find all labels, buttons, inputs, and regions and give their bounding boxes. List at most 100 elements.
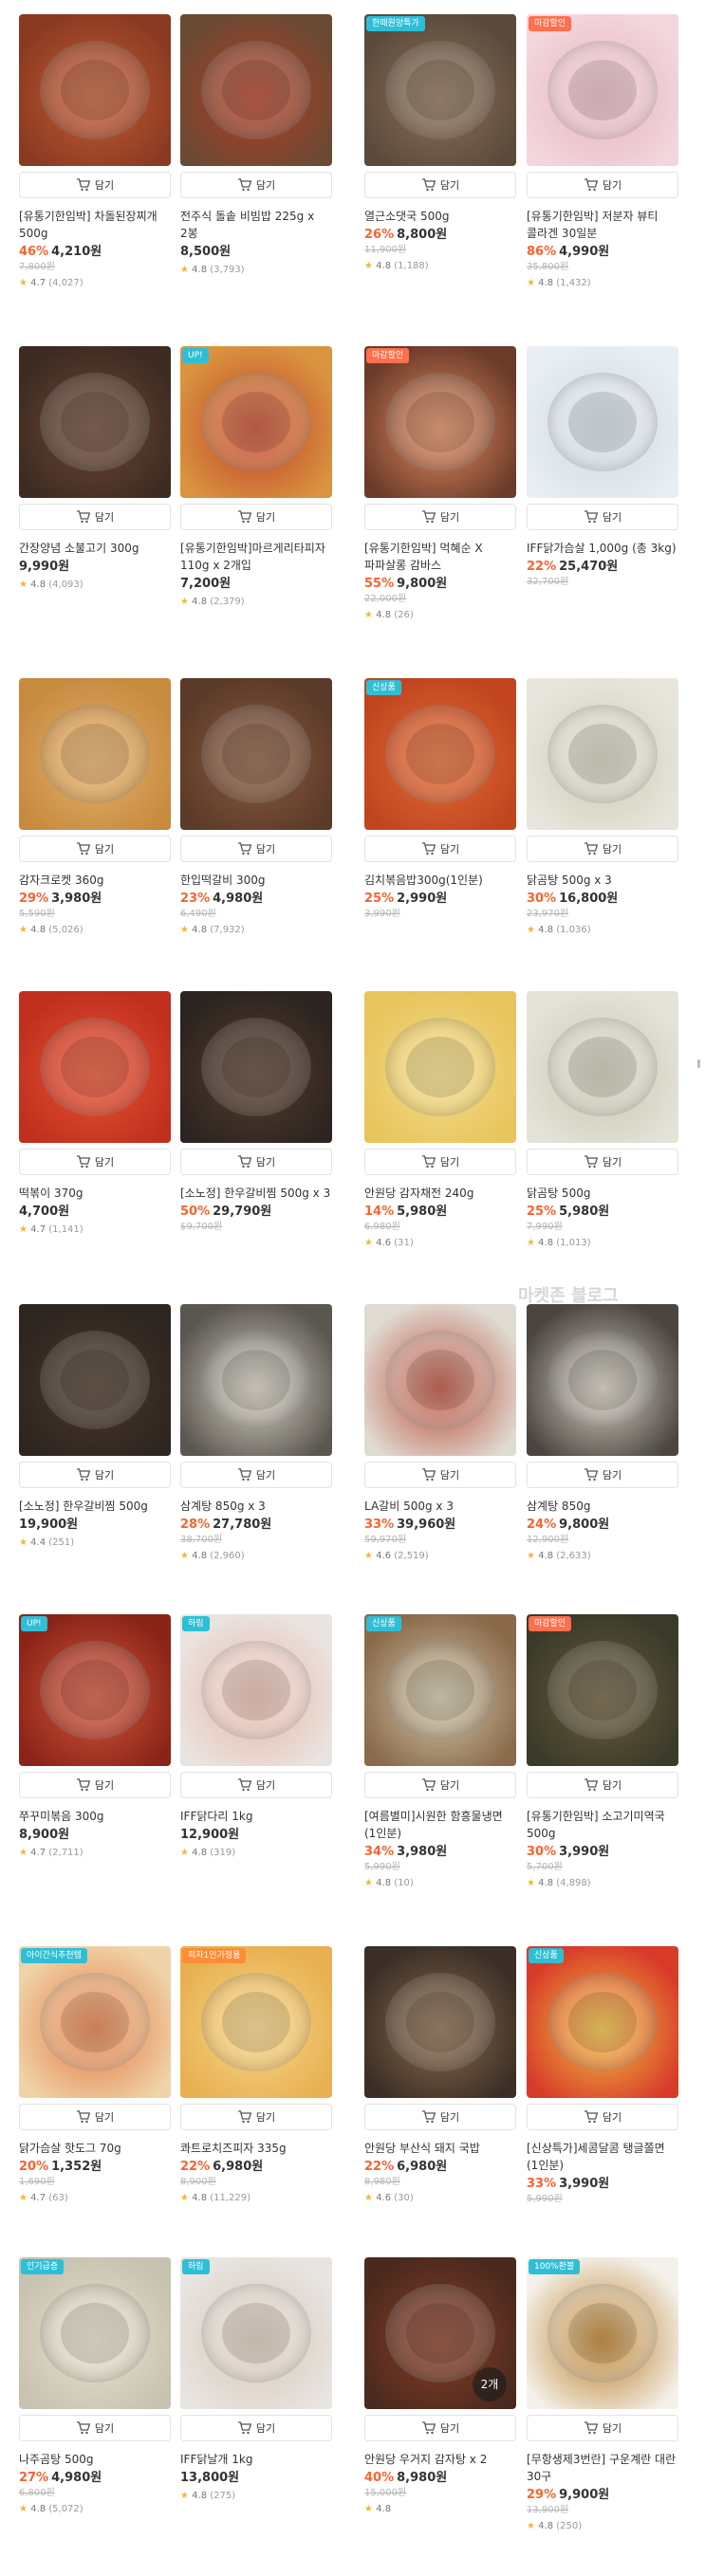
add-to-cart-button[interactable]: 담기: [180, 504, 332, 530]
product-image[interactable]: [19, 1304, 171, 1456]
product-name[interactable]: [신상특가]세콤달콤 탱글쫄면(1인분): [527, 2140, 678, 2174]
product-card[interactable]: 담기 한입떡갈비 300g 23% 4,980원 6,490원 ★ 4.8 (7,932): [180, 678, 332, 937]
product-name[interactable]: [유통기한임박] 저분자 뷰티 콜라겐 30일분: [527, 208, 678, 242]
product-image[interactable]: [527, 346, 678, 498]
product-card[interactable]: 담기 닭곰탕 500g x 3 30% 16,800원 23,970원 ★ 4.8 (1,…: [527, 678, 678, 937]
product-image[interactable]: [180, 991, 332, 1143]
product-name[interactable]: 나주곰탕 500g: [19, 2451, 171, 2468]
product-name[interactable]: [무항생제3번란] 구운계란 대란 30구: [527, 2451, 678, 2485]
product-card[interactable]: 신상품 담기 김치볶음밥300g(1인분) 25% 2,990원 3,990원: [364, 678, 516, 921]
product-card[interactable]: UP! 담기 [유통기한임박]마르게리타피자 110g x 2개입 7,200원 ★ 4…: [180, 346, 332, 609]
product-name[interactable]: [소노정] 한우갈비찜 500g x 3: [180, 1185, 332, 1202]
product-name[interactable]: 닭가슴살 핫도그 70g: [19, 2140, 171, 2157]
product-card[interactable]: 하림 담기 IFF닭날개 1kg 13,800원 ★ 4.8 (275): [180, 2257, 332, 2503]
product-image[interactable]: [180, 678, 332, 830]
product-name[interactable]: 간장양념 소불고기 300g: [19, 540, 171, 557]
add-to-cart-button[interactable]: 담기: [19, 836, 171, 862]
product-image[interactable]: 하림: [180, 1614, 332, 1766]
product-card[interactable]: 담기 [소노정] 한우갈비찜 500g 19,900원 ★ 4.4 (251): [19, 1304, 171, 1550]
product-image[interactable]: [180, 14, 332, 166]
product-image[interactable]: [364, 1304, 516, 1456]
product-image[interactable]: [527, 1304, 678, 1456]
product-name[interactable]: IFF닭날개 1kg: [180, 2451, 332, 2468]
add-to-cart-button[interactable]: 담기: [180, 1149, 332, 1175]
product-image[interactable]: [364, 1946, 516, 2098]
add-to-cart-button[interactable]: 담기: [364, 504, 516, 530]
product-image[interactable]: [19, 678, 171, 830]
product-card[interactable]: 담기 [소노정] 한우갈비찜 500g x 3 50% 29,790원 $9,700원: [180, 991, 332, 1234]
add-to-cart-button[interactable]: 담기: [180, 2415, 332, 2441]
add-to-cart-button[interactable]: 담기: [527, 2104, 678, 2130]
product-image[interactable]: [180, 1304, 332, 1456]
product-name[interactable]: 안원당 우거지 감자탕 x 2: [364, 2451, 516, 2468]
product-image[interactable]: UP!: [19, 1614, 171, 1766]
product-card[interactable]: 담기 떡볶이 370g 4,700원 ★ 4.7 (1,141): [19, 991, 171, 1237]
product-image[interactable]: 신상품: [364, 1614, 516, 1766]
product-image[interactable]: [19, 991, 171, 1143]
product-name[interactable]: IFF닭가슴살 1,000g (총 3kg): [527, 540, 678, 557]
product-image[interactable]: 2개: [364, 2257, 516, 2409]
product-name[interactable]: IFF닭다리 1kg: [180, 1808, 332, 1825]
add-to-cart-button[interactable]: 담기: [180, 836, 332, 862]
product-card[interactable]: 피자1인가정용 담기 콰트로치즈피자 335g 22% 6,980원 8,900원 ★ 4.…: [180, 1946, 332, 2205]
product-name[interactable]: [유통기한임박] 차돌된장찌개 500g: [19, 208, 171, 242]
product-image[interactable]: [527, 678, 678, 830]
product-name[interactable]: 콰트로치즈피자 335g: [180, 2140, 332, 2157]
product-card[interactable]: 담기 간장양념 소불고기 300g 9,990원 ★ 4.8 (4,093): [19, 346, 171, 592]
product-image[interactable]: [19, 346, 171, 498]
add-to-cart-button[interactable]: 담기: [527, 172, 678, 198]
product-card[interactable]: 마감할인 담기 [유통기한임박] 먹혜순 X 파파살롱 감바스 55% 9,800원 22…: [364, 346, 516, 622]
add-to-cart-button[interactable]: 담기: [364, 836, 516, 862]
product-image[interactable]: [19, 14, 171, 166]
product-name[interactable]: 감자크로켓 360g: [19, 872, 171, 889]
add-to-cart-button[interactable]: 담기: [527, 2415, 678, 2441]
product-name[interactable]: 쭈꾸미볶음 300g: [19, 1808, 171, 1825]
product-name[interactable]: 열근소댓국 500g: [364, 208, 516, 225]
product-image[interactable]: 100%환불: [527, 2257, 678, 2409]
product-card[interactable]: 하림 담기 IFF닭다리 1kg 12,900원 ★ 4.8 (319): [180, 1614, 332, 1860]
product-card[interactable]: 담기 전주식 돌솥 비빔밥 225g x 2봉 8,500원 ★ 4.8 (3,793…: [180, 14, 332, 277]
product-card[interactable]: 담기 감자크로켓 360g 29% 3,980원 5,590원 ★ 4.8 (5,026): [19, 678, 171, 937]
product-card[interactable]: 100%환불 담기 [무항생제3번란] 구운계란 대란 30구 29% 9,900원 13…: [527, 2257, 678, 2533]
product-card[interactable]: 담기 안원당 부산식 돼지 국밥 22% 6,980원 8,980원 ★ 4.6 (30): [364, 1946, 516, 2205]
product-card[interactable]: 담기 닭곰탕 500g 25% 5,980원 7,990원 ★ 4.8 (1,013): [527, 991, 678, 1250]
product-name[interactable]: [유통기한임박] 소고기미역국 500g: [527, 1808, 678, 1842]
add-to-cart-button[interactable]: 담기: [364, 1772, 516, 1798]
product-name[interactable]: 닭곰탕 500g: [527, 1185, 678, 1202]
product-image[interactable]: 아이간식추천템: [19, 1946, 171, 2098]
product-card[interactable]: 담기 IFF닭가슴살 1,000g (총 3kg) 22% 25,470원 32,700…: [527, 346, 678, 589]
product-image[interactable]: 마감할인: [527, 1614, 678, 1766]
product-name[interactable]: 떡볶이 370g: [19, 1185, 171, 1202]
add-to-cart-button[interactable]: 담기: [19, 504, 171, 530]
add-to-cart-button[interactable]: 담기: [364, 172, 516, 198]
product-name[interactable]: [여름별미]시원한 함흥물냉면(1인분): [364, 1808, 516, 1842]
product-image[interactable]: [527, 991, 678, 1143]
add-to-cart-button[interactable]: 담기: [19, 1772, 171, 1798]
add-to-cart-button[interactable]: 담기: [180, 1772, 332, 1798]
product-image[interactable]: 인기급증: [19, 2257, 171, 2409]
add-to-cart-button[interactable]: 담기: [19, 2104, 171, 2130]
product-image[interactable]: 신상품: [364, 678, 516, 830]
add-to-cart-button[interactable]: 담기: [527, 836, 678, 862]
add-to-cart-button[interactable]: 담기: [19, 1149, 171, 1175]
product-card[interactable]: 담기 삼계탕 850g x 3 28% 27,780원 38,700원 ★ 4.8 (2,…: [180, 1304, 332, 1563]
product-name[interactable]: 한입떡갈비 300g: [180, 872, 332, 889]
product-image[interactable]: [364, 991, 516, 1143]
product-name[interactable]: 안원당 부산식 돼지 국밥: [364, 2140, 516, 2157]
product-name[interactable]: [소노정] 한우갈비찜 500g: [19, 1498, 171, 1515]
product-card[interactable]: 2개 담기 안원당 우거지 감자탕 x 2 40% 8,980원 15,000원 ★ 4.8: [364, 2257, 516, 2516]
add-to-cart-button[interactable]: 담기: [527, 504, 678, 530]
product-card[interactable]: 인기급증 담기 나주곰탕 500g 27% 4,980원 6,800원 ★ 4.8 (5,0…: [19, 2257, 171, 2516]
product-image[interactable]: 피자1인가정용: [180, 1946, 332, 2098]
add-to-cart-button[interactable]: 담기: [180, 1462, 332, 1488]
add-to-cart-button[interactable]: 담기: [364, 2104, 516, 2130]
add-to-cart-button[interactable]: 담기: [364, 1462, 516, 1488]
add-to-cart-button[interactable]: 담기: [19, 172, 171, 198]
product-name[interactable]: 닭곰탕 500g x 3: [527, 872, 678, 889]
product-card[interactable]: 담기 [유통기한임박] 차돌된장찌개 500g 46% 4,210원 7,800원 ★ 4…: [19, 14, 171, 290]
product-name[interactable]: [유통기한임박] 먹혜순 X 파파살롱 감바스: [364, 540, 516, 574]
product-name[interactable]: 삼계탕 850g: [527, 1498, 678, 1515]
add-to-cart-button[interactable]: 담기: [19, 1462, 171, 1488]
product-card[interactable]: 마감할인 담기 [유통기한임박] 저분자 뷰티 콜라겐 30일분 86% 4,990원 3…: [527, 14, 678, 290]
product-card[interactable]: 신상품 담기 [여름별미]시원한 함흥물냉면(1인분) 34% 3,980원 5,990원…: [364, 1614, 516, 1890]
